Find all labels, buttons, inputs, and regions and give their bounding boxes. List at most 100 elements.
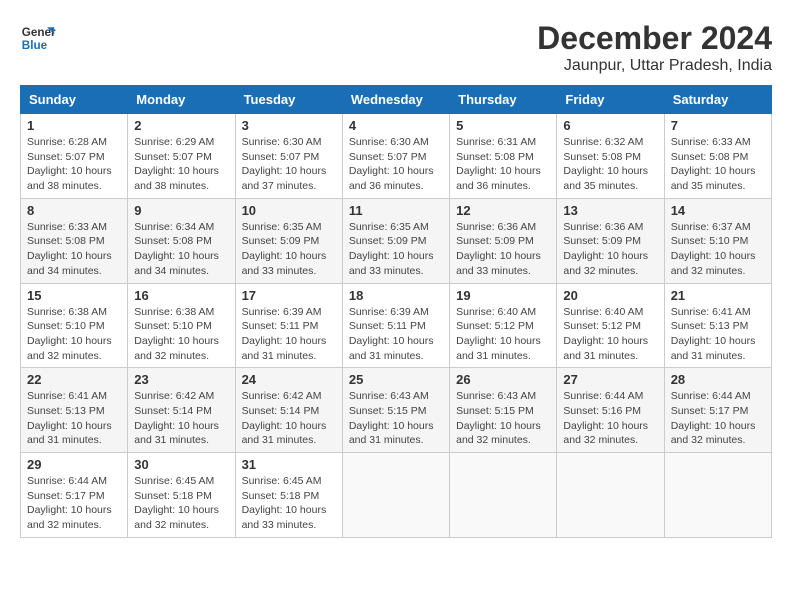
calendar-cell: 7 Sunrise: 6:33 AM Sunset: 5:08 PM Daylig…	[664, 114, 771, 199]
day-info: Sunrise: 6:30 AM Sunset: 5:07 PM Dayligh…	[242, 135, 336, 194]
weekday-header-wednesday: Wednesday	[342, 86, 449, 114]
day-number: 21	[671, 288, 765, 303]
day-info: Sunrise: 6:42 AM Sunset: 5:14 PM Dayligh…	[134, 389, 228, 448]
calendar-cell: 3 Sunrise: 6:30 AM Sunset: 5:07 PM Daylig…	[235, 114, 342, 199]
day-info: Sunrise: 6:38 AM Sunset: 5:10 PM Dayligh…	[134, 305, 228, 364]
calendar-cell	[450, 453, 557, 538]
day-number: 22	[27, 372, 121, 387]
calendar-cell: 12 Sunrise: 6:36 AM Sunset: 5:09 PM Dayli…	[450, 198, 557, 283]
calendar-cell: 24Sunrise: 6:42 AM Sunset: 5:14 PM Dayli…	[235, 368, 342, 453]
calendar-cell: 18 Sunrise: 6:39 AM Sunset: 5:11 PM Dayli…	[342, 283, 449, 368]
day-number: 30	[134, 457, 228, 472]
day-info: Sunrise: 6:31 AM Sunset: 5:08 PM Dayligh…	[456, 135, 550, 194]
day-number: 27	[563, 372, 657, 387]
day-number: 10	[242, 203, 336, 218]
day-number: 19	[456, 288, 550, 303]
weekday-header-monday: Monday	[128, 86, 235, 114]
day-number: 9	[134, 203, 228, 218]
calendar-cell: 15 Sunrise: 6:38 AM Sunset: 5:10 PM Dayli…	[21, 283, 128, 368]
title-area: December 2024 Jaunpur, Uttar Pradesh, In…	[537, 20, 772, 75]
day-info: Sunrise: 6:43 AM Sunset: 5:15 PM Dayligh…	[456, 389, 550, 448]
day-info: Sunrise: 6:39 AM Sunset: 5:11 PM Dayligh…	[242, 305, 336, 364]
calendar-cell: 21 Sunrise: 6:41 AM Sunset: 5:13 PM Dayli…	[664, 283, 771, 368]
calendar-cell: 5 Sunrise: 6:31 AM Sunset: 5:08 PM Daylig…	[450, 114, 557, 199]
day-number: 8	[27, 203, 121, 218]
weekday-header-tuesday: Tuesday	[235, 86, 342, 114]
week-row-5: 29Sunrise: 6:44 AM Sunset: 5:17 PM Dayli…	[21, 453, 772, 538]
calendar-cell: 31 Sunrise: 6:45 AM Sunset: 5:18 PM Dayli…	[235, 453, 342, 538]
day-info: Sunrise: 6:37 AM Sunset: 5:10 PM Dayligh…	[671, 220, 765, 279]
day-number: 25	[349, 372, 443, 387]
day-info: Sunrise: 6:33 AM Sunset: 5:08 PM Dayligh…	[27, 220, 121, 279]
calendar-table: SundayMondayTuesdayWednesdayThursdayFrid…	[20, 85, 772, 538]
day-number: 31	[242, 457, 336, 472]
day-number: 5	[456, 118, 550, 133]
main-title: December 2024	[537, 20, 772, 57]
calendar-cell: 19 Sunrise: 6:40 AM Sunset: 5:12 PM Dayli…	[450, 283, 557, 368]
day-info: Sunrise: 6:44 AM Sunset: 5:17 PM Dayligh…	[671, 389, 765, 448]
calendar-cell: 14 Sunrise: 6:37 AM Sunset: 5:10 PM Dayli…	[664, 198, 771, 283]
svg-text:Blue: Blue	[22, 39, 48, 52]
calendar-cell: 29Sunrise: 6:44 AM Sunset: 5:17 PM Dayli…	[21, 453, 128, 538]
calendar-cell: 9 Sunrise: 6:34 AM Sunset: 5:08 PM Daylig…	[128, 198, 235, 283]
week-row-4: 22 Sunrise: 6:41 AM Sunset: 5:13 PM Dayli…	[21, 368, 772, 453]
day-number: 14	[671, 203, 765, 218]
week-row-2: 8 Sunrise: 6:33 AM Sunset: 5:08 PM Daylig…	[21, 198, 772, 283]
calendar-cell: 17Sunrise: 6:39 AM Sunset: 5:11 PM Dayli…	[235, 283, 342, 368]
calendar-cell: 20Sunrise: 6:40 AM Sunset: 5:12 PM Dayli…	[557, 283, 664, 368]
day-info: Sunrise: 6:41 AM Sunset: 5:13 PM Dayligh…	[671, 305, 765, 364]
calendar-cell: 23 Sunrise: 6:42 AM Sunset: 5:14 PM Dayli…	[128, 368, 235, 453]
day-number: 23	[134, 372, 228, 387]
day-number: 7	[671, 118, 765, 133]
calendar-cell: 16 Sunrise: 6:38 AM Sunset: 5:10 PM Dayli…	[128, 283, 235, 368]
day-info: Sunrise: 6:42 AM Sunset: 5:14 PM Dayligh…	[242, 389, 336, 448]
day-info: Sunrise: 6:43 AM Sunset: 5:15 PM Dayligh…	[349, 389, 443, 448]
calendar-cell: 11Sunrise: 6:35 AM Sunset: 5:09 PM Dayli…	[342, 198, 449, 283]
day-info: Sunrise: 6:40 AM Sunset: 5:12 PM Dayligh…	[563, 305, 657, 364]
day-number: 13	[563, 203, 657, 218]
day-info: Sunrise: 6:30 AM Sunset: 5:07 PM Dayligh…	[349, 135, 443, 194]
calendar-cell: 28 Sunrise: 6:44 AM Sunset: 5:17 PM Dayli…	[664, 368, 771, 453]
day-info: Sunrise: 6:28 AM Sunset: 5:07 PM Dayligh…	[27, 135, 121, 194]
calendar-cell: 6 Sunrise: 6:32 AM Sunset: 5:08 PM Daylig…	[557, 114, 664, 199]
calendar-cell: 2 Sunrise: 6:29 AM Sunset: 5:07 PM Daylig…	[128, 114, 235, 199]
subtitle: Jaunpur, Uttar Pradesh, India	[537, 57, 772, 75]
day-info: Sunrise: 6:40 AM Sunset: 5:12 PM Dayligh…	[456, 305, 550, 364]
day-number: 29	[27, 457, 121, 472]
day-number: 12	[456, 203, 550, 218]
day-info: Sunrise: 6:32 AM Sunset: 5:08 PM Dayligh…	[563, 135, 657, 194]
calendar-cell	[342, 453, 449, 538]
day-number: 6	[563, 118, 657, 133]
day-info: Sunrise: 6:36 AM Sunset: 5:09 PM Dayligh…	[563, 220, 657, 279]
day-info: Sunrise: 6:45 AM Sunset: 5:18 PM Dayligh…	[242, 474, 336, 533]
day-number: 28	[671, 372, 765, 387]
day-number: 26	[456, 372, 550, 387]
weekday-header-thursday: Thursday	[450, 86, 557, 114]
day-number: 16	[134, 288, 228, 303]
day-number: 18	[349, 288, 443, 303]
day-info: Sunrise: 6:38 AM Sunset: 5:10 PM Dayligh…	[27, 305, 121, 364]
calendar-cell: 4 Sunrise: 6:30 AM Sunset: 5:07 PM Daylig…	[342, 114, 449, 199]
day-info: Sunrise: 6:33 AM Sunset: 5:08 PM Dayligh…	[671, 135, 765, 194]
day-number: 4	[349, 118, 443, 133]
calendar-cell: 30Sunrise: 6:45 AM Sunset: 5:18 PM Dayli…	[128, 453, 235, 538]
weekday-header-saturday: Saturday	[664, 86, 771, 114]
day-info: Sunrise: 6:34 AM Sunset: 5:08 PM Dayligh…	[134, 220, 228, 279]
day-number: 15	[27, 288, 121, 303]
day-info: Sunrise: 6:44 AM Sunset: 5:16 PM Dayligh…	[563, 389, 657, 448]
week-row-1: 1 Sunrise: 6:28 AM Sunset: 5:07 PM Daylig…	[21, 114, 772, 199]
calendar-cell: 13 Sunrise: 6:36 AM Sunset: 5:09 PM Dayli…	[557, 198, 664, 283]
day-info: Sunrise: 6:36 AM Sunset: 5:09 PM Dayligh…	[456, 220, 550, 279]
day-number: 2	[134, 118, 228, 133]
day-info: Sunrise: 6:39 AM Sunset: 5:11 PM Dayligh…	[349, 305, 443, 364]
day-number: 3	[242, 118, 336, 133]
day-info: Sunrise: 6:29 AM Sunset: 5:07 PM Dayligh…	[134, 135, 228, 194]
day-info: Sunrise: 6:35 AM Sunset: 5:09 PM Dayligh…	[242, 220, 336, 279]
calendar-cell: 10 Sunrise: 6:35 AM Sunset: 5:09 PM Dayli…	[235, 198, 342, 283]
day-info: Sunrise: 6:41 AM Sunset: 5:13 PM Dayligh…	[27, 389, 121, 448]
day-number: 1	[27, 118, 121, 133]
calendar-cell: 8 Sunrise: 6:33 AM Sunset: 5:08 PM Daylig…	[21, 198, 128, 283]
calendar-cell: 27 Sunrise: 6:44 AM Sunset: 5:16 PM Dayli…	[557, 368, 664, 453]
weekday-header-row: SundayMondayTuesdayWednesdayThursdayFrid…	[21, 86, 772, 114]
calendar-cell: 22 Sunrise: 6:41 AM Sunset: 5:13 PM Dayli…	[21, 368, 128, 453]
